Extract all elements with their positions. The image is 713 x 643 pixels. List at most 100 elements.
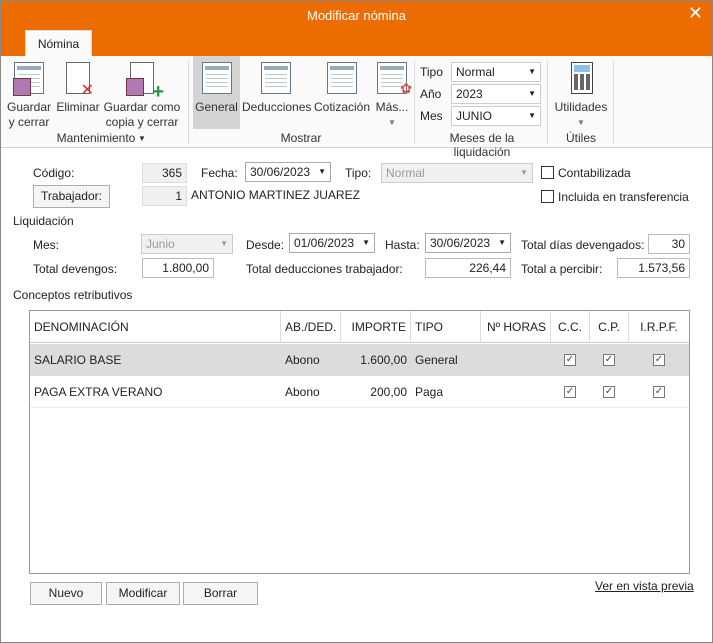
trabajador-button[interactable]: Trabajador:	[33, 185, 110, 208]
chevron-down-icon: ▼	[318, 167, 326, 176]
deducciones-field[interactable]: 226,44	[425, 258, 511, 278]
anio-select[interactable]: 2023 ▼	[451, 84, 541, 104]
cc-checkbox[interactable]: ✓	[564, 354, 576, 366]
tipo-form-select[interactable]: Normal ▼	[381, 163, 533, 183]
cell-denominacion: SALARIO BASE	[34, 353, 122, 367]
tipo-label: Tipo	[420, 65, 443, 79]
general-button[interactable]: General	[193, 56, 240, 129]
dias-field[interactable]: 30	[648, 234, 690, 254]
chevron-down-icon: ▼	[220, 239, 228, 248]
vista-previa-link[interactable]: Ver en vista previa	[595, 579, 694, 593]
close-icon[interactable]: ✕	[688, 3, 703, 24]
tipo-form-value: Normal	[386, 166, 425, 180]
cell-horas	[481, 344, 551, 376]
chevron-down-icon: ▼	[388, 118, 396, 127]
cell-importe: 1.600,00	[360, 353, 407, 367]
deducciones-button[interactable]: Deducciones	[242, 56, 312, 115]
codigo-label: Código:	[33, 166, 75, 180]
codigo-field[interactable]: 365	[142, 163, 187, 183]
mes-select[interactable]: JUNIO ▼	[451, 106, 541, 126]
cc-checkbox[interactable]: ✓	[564, 386, 576, 398]
cell-tipo: General	[415, 353, 458, 367]
devengos-label: Total devengos:	[33, 262, 118, 276]
form-general-icon	[201, 62, 233, 96]
irpf-checkbox[interactable]: ✓	[653, 386, 665, 398]
save-copy-icon: +	[126, 62, 164, 102]
ribbon: Guardar y cerrar ✕ Eliminar + Guardar co…	[1, 56, 712, 159]
general-label: General	[195, 100, 238, 114]
col-cp[interactable]: C.P.	[590, 311, 629, 343]
utilidades-label: Utilidades	[554, 100, 608, 114]
desde-label: Desde:	[246, 238, 285, 252]
borrar-button[interactable]: Borrar	[183, 582, 258, 605]
modificar-button[interactable]: Modificar	[106, 582, 180, 605]
contabilizada-checkbox[interactable]	[541, 166, 554, 179]
table-row[interactable]: SALARIO BASE Abono 1.600,00 General ✓ ✓ …	[30, 344, 689, 376]
group-mostrar: Mostrar	[280, 131, 322, 145]
percibir-label: Total a percibir:	[521, 262, 603, 276]
cp-checkbox[interactable]: ✓	[603, 354, 615, 366]
hasta-label: Hasta:	[385, 238, 420, 252]
mes-value: JUNIO	[456, 109, 492, 123]
cell-abded: Abono	[285, 385, 320, 399]
anio-value: 2023	[456, 87, 483, 101]
fecha-value: 30/06/2023	[250, 165, 311, 179]
mas-label: Más...	[375, 100, 409, 114]
col-cc[interactable]: C.C.	[551, 311, 590, 343]
chevron-down-icon: ▼	[362, 238, 370, 247]
mas-button[interactable]: ✿ Más... ▼	[373, 56, 412, 130]
hasta-value: 30/06/2023	[430, 236, 491, 250]
col-importe[interactable]: IMPORTE	[341, 311, 411, 343]
table-row[interactable]: PAGA EXTRA VERANO Abono 200,00 Paga ✓ ✓ …	[30, 376, 689, 408]
conceptos-title: Conceptos retributivos	[13, 288, 133, 302]
devengos-field[interactable]: 1.800,00	[142, 258, 214, 278]
mes-form-label: Mes:	[33, 238, 60, 252]
conceptos-grid: DENOMINACIÓN AB./DED. IMPORTE TIPO Nº HO…	[29, 310, 690, 574]
mes-form-select[interactable]: Junio ▼	[141, 234, 233, 254]
chevron-down-icon: ▼	[528, 111, 536, 120]
col-irpf[interactable]: I.R.P.F.	[629, 311, 689, 343]
col-denominacion[interactable]: DENOMINACIÓN	[30, 311, 281, 343]
eliminar-label: Eliminar	[56, 100, 100, 114]
hasta-picker[interactable]: 30/06/2023 ▼	[425, 233, 511, 253]
guardar-cerrar-button[interactable]: Guardar y cerrar	[5, 56, 53, 130]
cotizacion-button[interactable]: Cotización	[312, 56, 372, 115]
col-abded[interactable]: AB./DED.	[281, 311, 341, 343]
trabajador-name: ANTONIO MARTINEZ JUAREZ	[191, 188, 360, 202]
deducciones-label: Deducciones	[242, 100, 312, 114]
tipo-form-label: Tipo:	[345, 166, 372, 180]
cell-tipo: Paga	[415, 385, 444, 399]
eliminar-button[interactable]: ✕ Eliminar	[55, 56, 101, 115]
desde-value: 01/06/2023	[294, 236, 355, 250]
trabajador-id-field[interactable]: 1	[142, 186, 187, 206]
cell-importe: 200,00	[370, 385, 407, 399]
contabilizada-label: Contabilizada	[558, 166, 631, 180]
divider	[613, 60, 614, 144]
col-tipo[interactable]: TIPO	[411, 311, 481, 343]
transferencia-checkbox[interactable]	[541, 190, 554, 203]
cotizacion-label: Cotización	[313, 100, 371, 114]
tab-nomina[interactable]: Nómina	[25, 30, 92, 57]
cell-denominacion: PAGA EXTRA VERANO	[34, 385, 163, 399]
group-mantenimiento: Mantenimiento	[56, 131, 136, 145]
group-utiles: Útiles	[565, 131, 596, 145]
col-horas[interactable]: Nº HORAS	[481, 311, 551, 343]
utilidades-button[interactable]: Utilidades ▼	[552, 56, 610, 130]
deducciones-label: Total deducciones trabajador:	[246, 262, 403, 276]
irpf-checkbox[interactable]: ✓	[653, 354, 665, 366]
table-header: DENOMINACIÓN AB./DED. IMPORTE TIPO Nº HO…	[30, 311, 689, 343]
mes-label: Mes	[420, 109, 443, 123]
percibir-field[interactable]: 1.573,56	[617, 258, 690, 278]
nuevo-button[interactable]: Nuevo	[30, 582, 102, 605]
group-meses: Meses de la liquidación	[449, 131, 515, 159]
chevron-down-icon: ▼	[528, 89, 536, 98]
cp-checkbox[interactable]: ✓	[603, 386, 615, 398]
tipo-select[interactable]: Normal ▼	[451, 62, 541, 82]
desde-picker[interactable]: 01/06/2023 ▼	[289, 233, 375, 253]
form-cotizacion-icon	[326, 62, 358, 96]
mes-form-value: Junio	[146, 237, 175, 251]
chevron-down-icon: ▼	[528, 67, 536, 76]
divider	[547, 60, 548, 144]
save-icon	[13, 62, 45, 96]
fecha-picker[interactable]: 30/06/2023 ▼	[245, 162, 331, 182]
